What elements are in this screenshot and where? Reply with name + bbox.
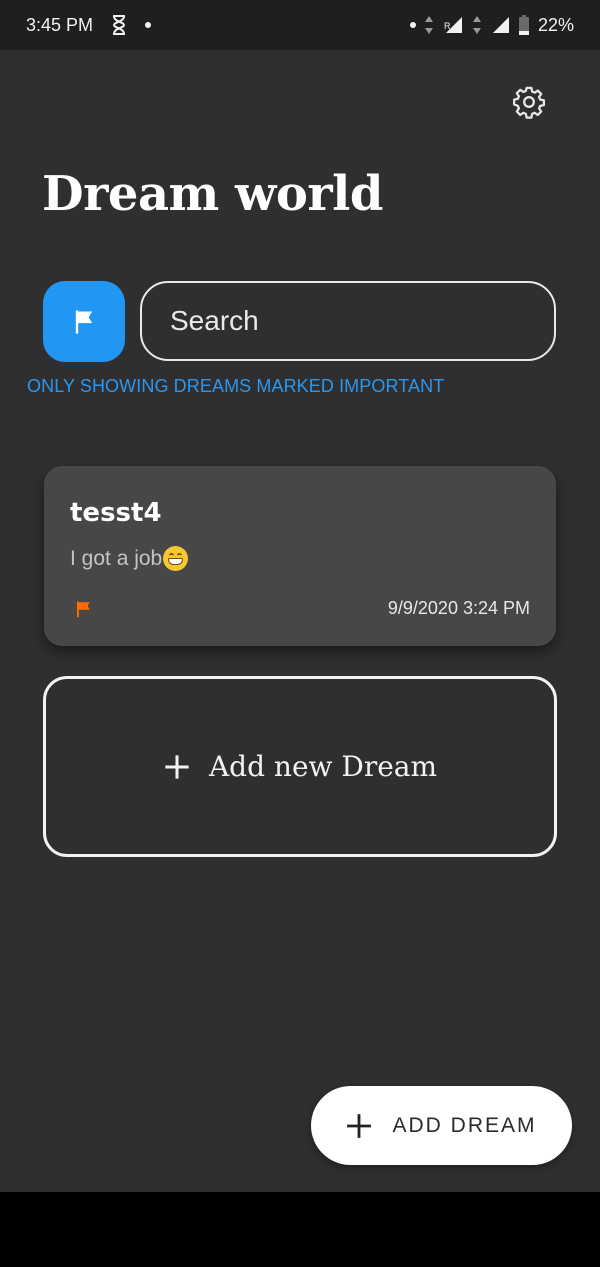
add-new-dream-label: Add new Dream	[208, 750, 438, 783]
dream-title: tesst4	[70, 498, 162, 528]
hourglass-icon	[113, 15, 126, 35]
add-new-dream-content: Add new Dream	[163, 750, 437, 783]
filter-notice: ONLY SHOWING DREAMS MARKED IMPORTANT	[27, 376, 445, 396]
plus-icon	[165, 754, 189, 779]
signal-roaming-icon: R	[444, 17, 462, 33]
status-right: R 22%	[409, 14, 574, 36]
search-box[interactable]	[140, 281, 556, 361]
important-flag-icon	[77, 601, 90, 618]
page-title: Dream world	[42, 166, 383, 222]
svg-text:R: R	[444, 21, 451, 31]
notification-dot-icon	[145, 22, 152, 28]
plus-icon	[347, 1113, 372, 1138]
status-time: 3:45 PM	[26, 14, 94, 35]
dream-date: 9/9/2020 3:24 PM	[387, 598, 530, 618]
notification-dot-icon	[409, 22, 416, 28]
status-left: 3:45 PM	[26, 14, 152, 36]
dream-body-text: I got a job	[70, 546, 163, 570]
status-bar: 3:45 PM R 22%	[0, 0, 600, 50]
gear-icon[interactable]	[512, 85, 546, 119]
dream-body: I got a job	[70, 546, 189, 571]
signal-icon	[492, 17, 509, 33]
add-new-dream-card[interactable]: Add new Dream	[43, 676, 557, 857]
search-input[interactable]	[168, 304, 533, 338]
battery-percent: 22%	[537, 14, 574, 35]
system-nav-bar	[0, 1192, 600, 1267]
data-arrows-icon	[472, 16, 481, 34]
battery-icon	[518, 15, 529, 35]
add-dream-label: ADD DREAM	[392, 1113, 537, 1137]
add-dream-button[interactable]: ADD DREAM	[311, 1086, 572, 1165]
grinning-face-emoji	[163, 546, 189, 571]
data-arrows-icon	[424, 16, 433, 34]
flag-icon	[75, 309, 93, 334]
dream-card[interactable]: tesst4 I got a job 9/9/2020 3:24 PM	[44, 466, 556, 646]
important-filter-button[interactable]	[43, 281, 125, 362]
